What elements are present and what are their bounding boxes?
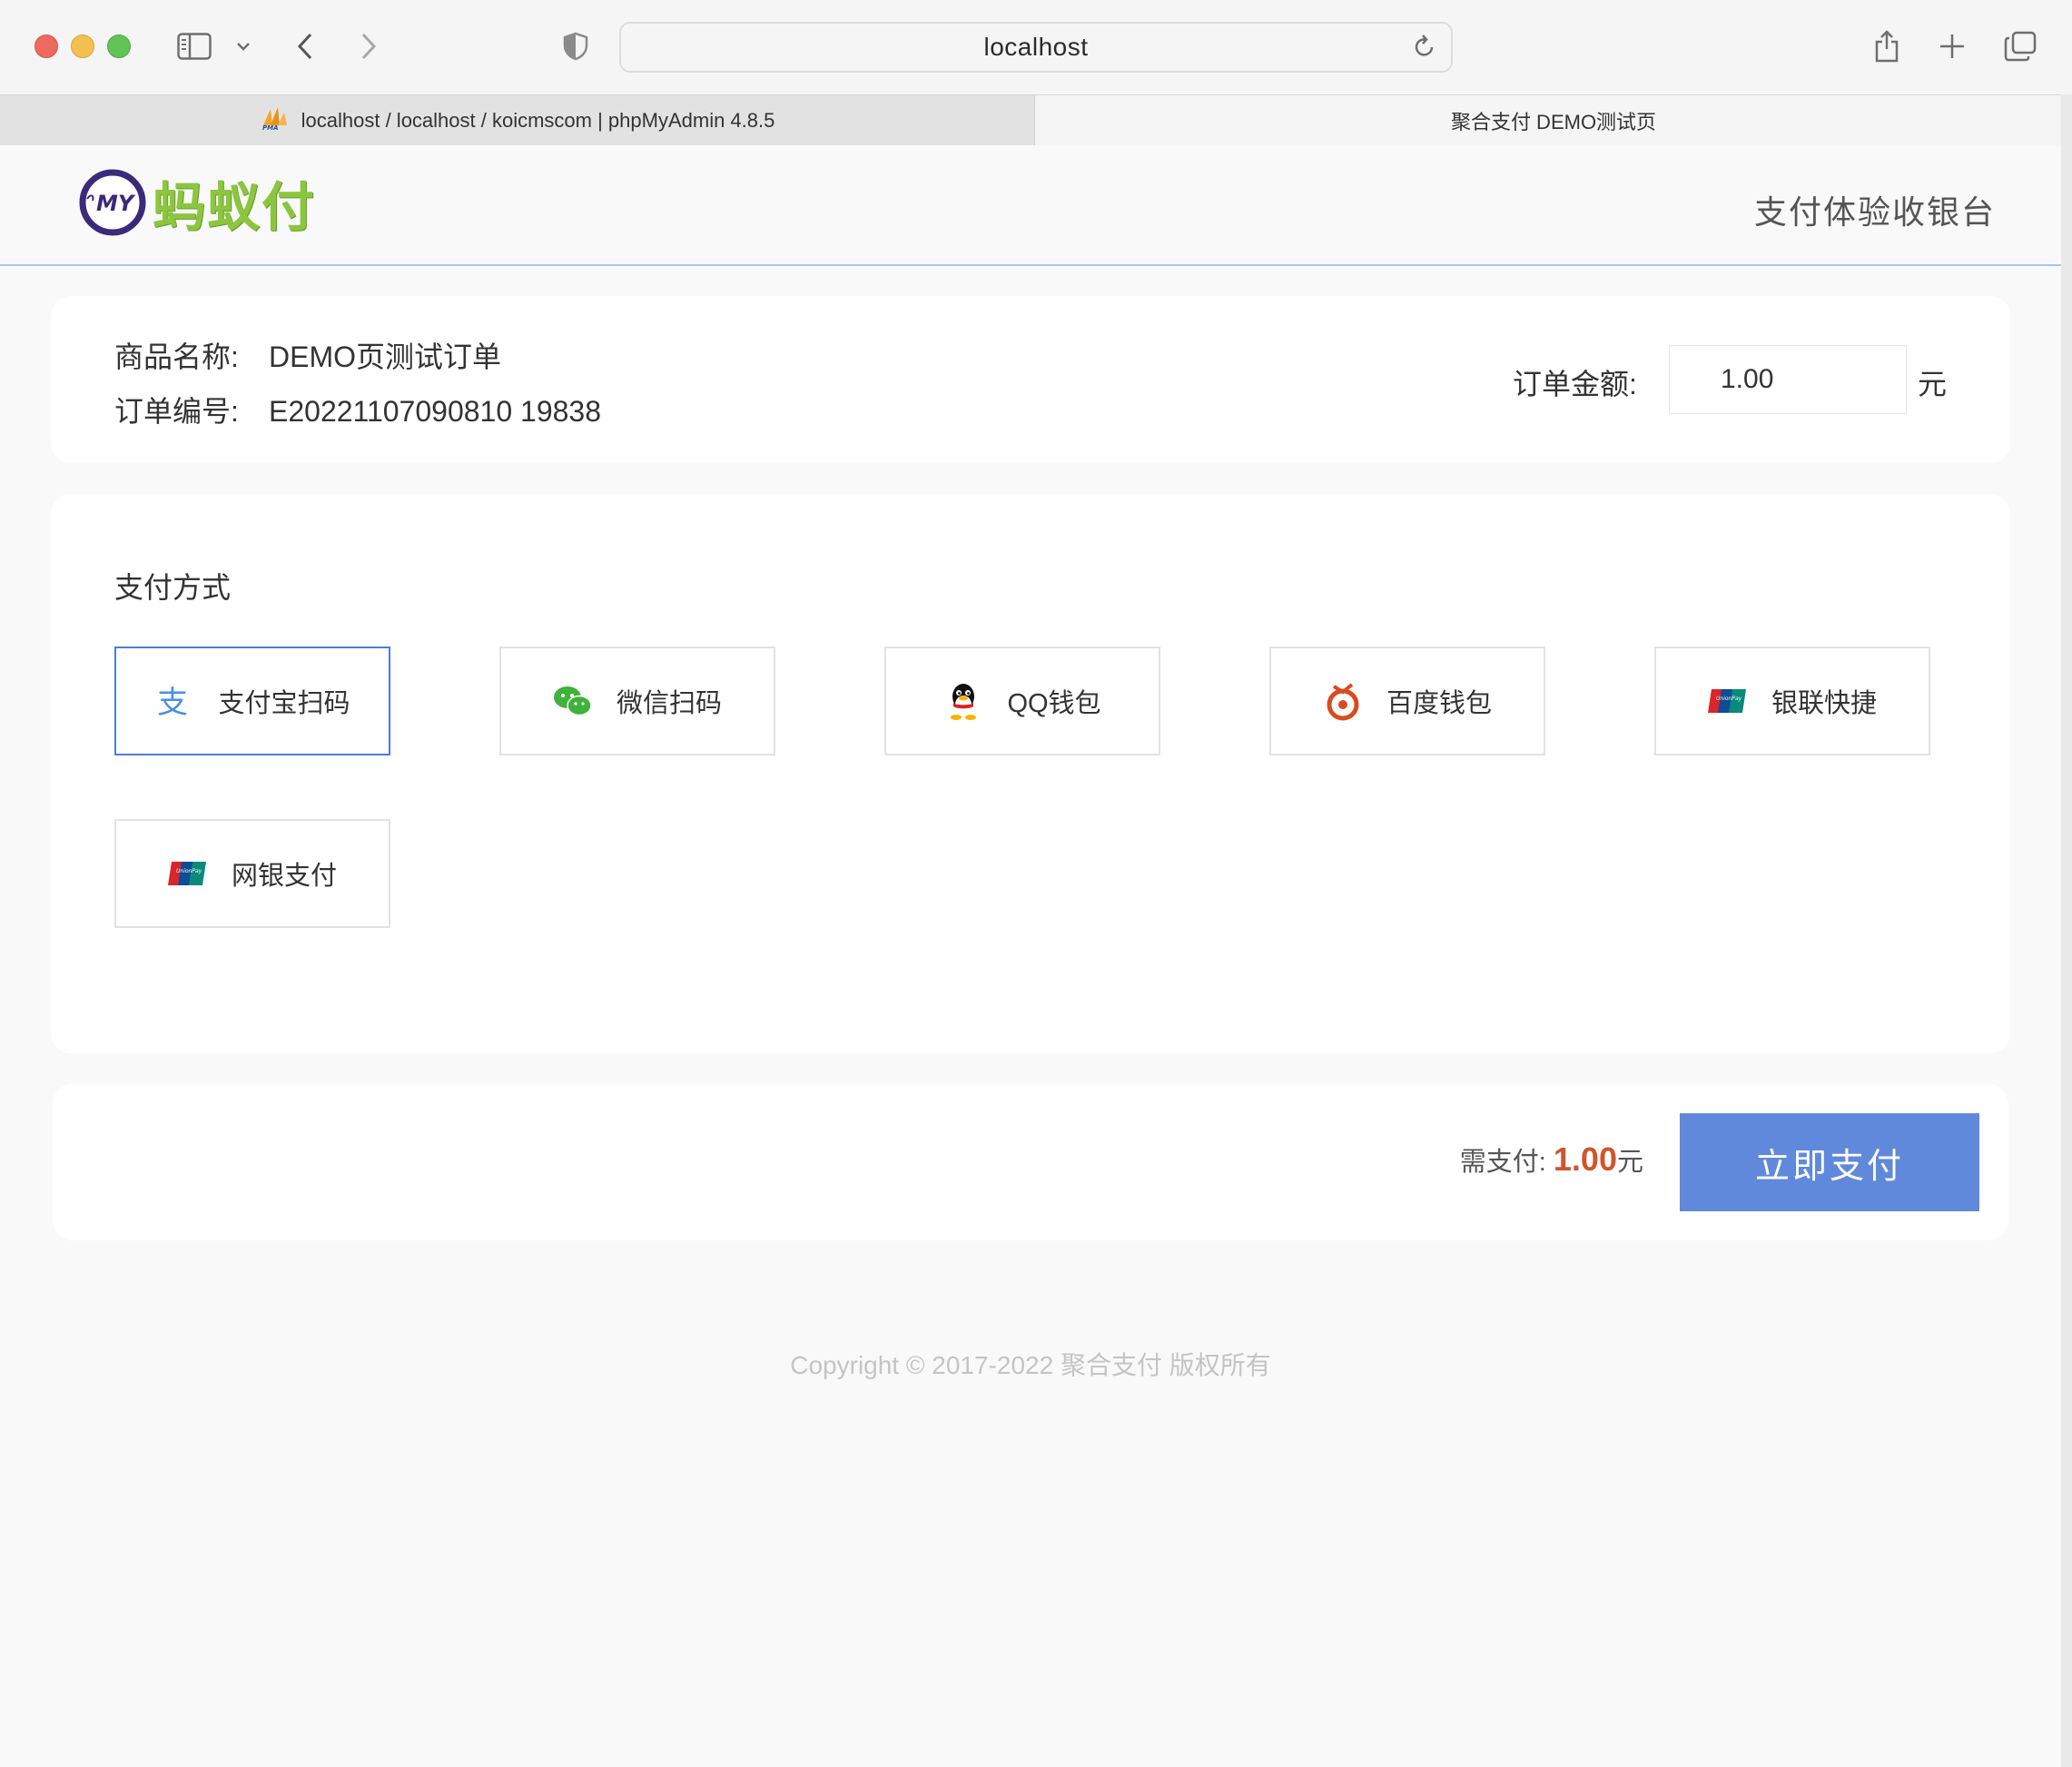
browser-toolbar: localhost: [0, 0, 2072, 94]
close-window-button[interactable]: [35, 35, 58, 58]
method-label: 百度钱包: [1386, 689, 1492, 718]
zoom-window-button[interactable]: [107, 35, 131, 58]
phpmyadmin-icon: PMA: [260, 105, 291, 136]
window-edge: [2061, 94, 2072, 1767]
tab-overview-icon[interactable]: [2003, 24, 2037, 69]
chevron-down-icon[interactable]: [232, 24, 254, 69]
order-amount-input[interactable]: [1669, 345, 1907, 414]
method-alipay[interactable]: 支 支付宝扫码: [114, 647, 390, 755]
copyright-text: Copyright © 2017-2022 聚合支付 版权所有: [790, 1351, 1271, 1379]
method-online-banking[interactable]: UnionPay 网银支付: [114, 819, 390, 928]
product-name-label: 商品名称:: [114, 341, 239, 373]
logo: MY 蚂蚁付: [78, 164, 316, 241]
need-pay-label: 需支付:: [1459, 1148, 1546, 1177]
order-number-row: 订单编号: E20221107090810 19838: [114, 389, 601, 430]
tab-phpmyadmin[interactable]: PMA localhost / localhost / koicmscom | …: [0, 95, 1035, 145]
method-label: 银联快捷: [1771, 689, 1877, 718]
logo-text: 蚂蚁付: [153, 176, 317, 238]
wechat-icon: [553, 681, 593, 721]
tab-bar: PMA localhost / localhost / koicmscom | …: [0, 94, 2072, 145]
currency-label: 元: [1918, 368, 1948, 400]
address-bar[interactable]: localhost: [619, 22, 1453, 73]
svg-text:UnionPay: UnionPay: [1716, 696, 1742, 702]
payment-method-card: 支付方式 支 支付宝扫码 微信扫码 QQ钱包 百度钱包 UnionPay 银联快…: [51, 494, 2010, 1053]
order-number-label: 订单编号:: [114, 395, 239, 428]
sidebar-toggle-icon[interactable]: [174, 24, 214, 69]
product-name-value: DEMO页测试订单: [269, 341, 502, 373]
baidu-wallet-icon: [1323, 681, 1363, 721]
method-label: 微信扫码: [616, 689, 722, 718]
need-pay-unit: 元: [1616, 1148, 1643, 1177]
method-qq-wallet[interactable]: QQ钱包: [884, 647, 1160, 755]
minimize-window-button[interactable]: [71, 35, 94, 58]
svg-text:支: 支: [157, 685, 188, 718]
svg-text:UnionPay: UnionPay: [176, 868, 202, 874]
order-info-card: 商品名称: DEMO页测试订单 订单编号: E20221107090810 1983…: [51, 296, 2010, 463]
unionpay-icon: UnionPay: [1707, 681, 1748, 721]
payment-method-title: 支付方式: [114, 571, 232, 604]
need-pay-amount: 1.00: [1553, 1140, 1617, 1178]
svg-text:MY: MY: [96, 191, 136, 216]
method-unionpay-quick[interactable]: UnionPay 银联快捷: [1654, 647, 1930, 755]
forward-icon[interactable]: [354, 24, 383, 69]
alipay-icon: 支: [154, 681, 194, 721]
url-text: localhost: [983, 33, 1089, 61]
tab-label: 聚合支付 DEMO测试页: [1450, 110, 1657, 133]
method-label: QQ钱包: [1007, 689, 1101, 718]
method-label: 支付宝扫码: [218, 689, 350, 718]
order-amount-label: 订单金额:: [1513, 368, 1637, 400]
qq-icon: [943, 681, 983, 721]
page-header: MY 蚂蚁付 支付体验收银台: [0, 146, 2061, 266]
tab-label: localhost / localhost / koicmscom | phpM…: [301, 108, 775, 132]
back-icon[interactable]: [291, 24, 320, 69]
tab-payment-demo[interactable]: 聚合支付 DEMO测试页: [1035, 95, 2072, 145]
page-title: 支付体验收银台: [1753, 193, 1996, 231]
new-tab-icon[interactable]: [1936, 24, 1968, 69]
unionpay-icon: UnionPay: [167, 854, 208, 893]
method-baidu-wallet[interactable]: 百度钱包: [1269, 647, 1545, 755]
pay-now-button[interactable]: 立即支付: [1680, 1113, 1979, 1211]
checkout-card: 需支付: 1.00元 立即支付: [53, 1084, 2008, 1240]
need-pay-summary: 需支付: 1.00元: [1460, 1140, 1643, 1179]
product-name-row: 商品名称: DEMO页测试订单: [114, 334, 501, 376]
share-icon[interactable]: [1870, 24, 1903, 69]
method-wechat[interactable]: 微信扫码: [499, 647, 775, 755]
svg-text:PMA: PMA: [262, 124, 279, 131]
method-label: 网银支付: [231, 862, 337, 891]
reload-icon[interactable]: [1413, 35, 1436, 64]
logo-emblem-icon: MY: [79, 169, 146, 236]
privacy-shield-icon[interactable]: [561, 24, 590, 69]
order-number-value: E20221107090810 19838: [269, 395, 601, 428]
browser-window: localhost PMA localhost / localhost / ko…: [0, 0, 2072, 1767]
